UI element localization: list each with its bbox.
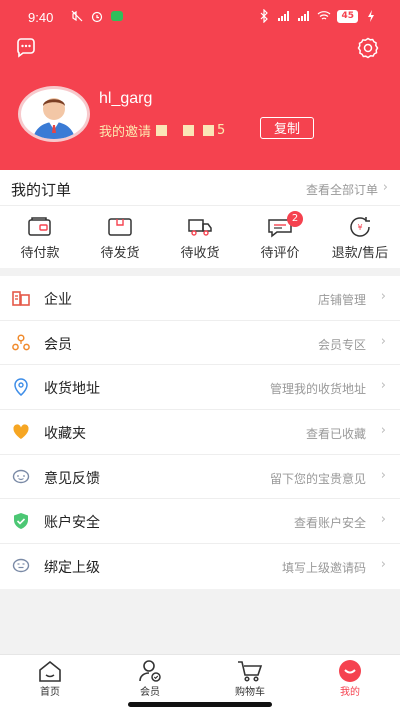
charging-icon bbox=[368, 10, 374, 22]
user-avatar-icon bbox=[33, 98, 75, 139]
menu-hint: 会员专区 bbox=[317, 337, 366, 352]
home-indicator[interactable] bbox=[128, 702, 272, 707]
review-count-badge: 2 bbox=[287, 211, 303, 227]
invite-label: 我的邀请 bbox=[99, 125, 152, 140]
menu-title: 账户安全 bbox=[44, 515, 100, 532]
bottom-tab-bar: 首页 会员 购物车 我的 bbox=[0, 654, 400, 699]
chevron-right-icon: › bbox=[380, 423, 386, 439]
chevron-right-icon: › bbox=[380, 289, 386, 304]
username: hl_garg bbox=[99, 90, 153, 107]
member-tab-icon bbox=[139, 660, 161, 682]
alarm-icon bbox=[91, 11, 103, 23]
chevron-right-icon: › bbox=[380, 512, 386, 528]
wechat-icon bbox=[111, 11, 123, 21]
menu-list: 企业 店铺管理 › 会员 会员专区 › 收货地址 管理我的收货地址 › 收藏夹 … bbox=[0, 276, 400, 589]
invite-code: 我的邀请 5 bbox=[99, 121, 225, 140]
menu-item-enterprise[interactable]: 企业 店铺管理 › bbox=[0, 276, 400, 321]
enterprise-icon bbox=[12, 291, 30, 306]
order-label: 待付款 bbox=[20, 246, 60, 261]
gear-icon[interactable] bbox=[356, 36, 380, 60]
order-label: 待评价 bbox=[260, 246, 300, 261]
battery-icon: 45 bbox=[337, 9, 358, 23]
menu-title: 收藏夹 bbox=[44, 426, 86, 443]
truck-icon bbox=[188, 219, 212, 236]
copy-button[interactable]: 复制 bbox=[260, 117, 314, 139]
tab-home[interactable]: 首页 bbox=[0, 655, 100, 699]
location-icon bbox=[14, 378, 28, 397]
message-icon[interactable] bbox=[14, 36, 38, 60]
tab-label: 首页 bbox=[40, 687, 60, 698]
signal-icon bbox=[298, 11, 310, 21]
menu-item-member[interactable]: 会员 会员专区 › bbox=[0, 321, 400, 366]
heart-icon bbox=[13, 424, 29, 440]
tab-member[interactable]: 会员 bbox=[100, 655, 200, 699]
status-left-icons bbox=[70, 9, 124, 23]
menu-item-bind-referrer[interactable]: 绑定上级 填写上级邀请码 › bbox=[0, 544, 400, 589]
avatar[interactable] bbox=[18, 86, 90, 142]
invite-code-tail: 5 bbox=[217, 123, 226, 138]
profile-header: 9:40 45 hl_garg 我的邀请 5 复制 bbox=[0, 0, 400, 170]
order-refund-aftersale[interactable]: ¥ 退款/售后 bbox=[320, 214, 400, 264]
menu-title: 绑定上级 bbox=[44, 560, 100, 577]
order-pending-payment[interactable]: 待付款 bbox=[0, 214, 80, 264]
member-icon bbox=[12, 334, 30, 351]
menu-hint: 填写上级邀请码 bbox=[281, 561, 366, 576]
package-icon bbox=[108, 218, 132, 236]
wifi-icon bbox=[318, 11, 331, 20]
orders-title: 我的订单 bbox=[11, 181, 72, 199]
tab-label: 会员 bbox=[140, 687, 160, 698]
masked-code-block bbox=[156, 125, 168, 136]
menu-hint: 查看账户安全 bbox=[293, 516, 366, 531]
chevron-right-icon: › bbox=[380, 333, 386, 349]
menu-title: 会员 bbox=[44, 336, 72, 353]
tab-label: 购物车 bbox=[235, 687, 265, 698]
menu-hint: 查看已收藏 bbox=[305, 427, 366, 442]
signal-icon bbox=[278, 11, 290, 21]
masked-code-block bbox=[203, 125, 215, 136]
system-nav-bar bbox=[0, 699, 400, 711]
order-label: 退款/售后 bbox=[331, 246, 389, 261]
chevron-right-icon: › bbox=[380, 557, 386, 573]
menu-title: 企业 bbox=[44, 292, 72, 308]
order-pending-review[interactable]: 2 待评价 bbox=[240, 211, 320, 264]
refund-icon: ¥ bbox=[350, 217, 370, 237]
menu-hint: 管理我的收货地址 bbox=[269, 382, 366, 397]
masked-code-block bbox=[183, 125, 195, 136]
mine-icon bbox=[339, 660, 361, 682]
mute-icon bbox=[71, 10, 83, 22]
tab-mine[interactable]: 我的 bbox=[300, 655, 400, 699]
order-label: 待收货 bbox=[180, 246, 220, 261]
order-pending-shipment[interactable]: 待发货 bbox=[80, 214, 160, 264]
tab-cart[interactable]: 购物车 bbox=[200, 655, 300, 699]
menu-item-address[interactable]: 收货地址 管理我的收货地址 › bbox=[0, 365, 400, 411]
bluetooth-icon bbox=[261, 9, 269, 23]
chevron-right-icon: › bbox=[382, 180, 388, 195]
status-time: 9:40 bbox=[28, 10, 54, 25]
orders-header[interactable]: 我的订单 查看全部订单 › bbox=[0, 170, 400, 206]
home-icon bbox=[39, 660, 61, 682]
menu-item-favorites[interactable]: 收藏夹 查看已收藏 › bbox=[0, 410, 400, 455]
order-label: 待发货 bbox=[100, 246, 140, 261]
status-right-icons: 45 bbox=[257, 9, 378, 23]
svg-text:¥: ¥ bbox=[357, 223, 362, 232]
menu-title: 意见反馈 bbox=[44, 470, 100, 487]
bind-icon bbox=[12, 558, 30, 573]
shield-icon bbox=[14, 513, 28, 530]
menu-item-security[interactable]: 账户安全 查看账户安全 › bbox=[0, 499, 400, 545]
menu-title: 收货地址 bbox=[44, 381, 100, 398]
status-bar: 9:40 45 bbox=[0, 0, 400, 34]
menu-hint: 店铺管理 bbox=[317, 293, 366, 307]
cart-icon bbox=[238, 661, 263, 682]
chevron-right-icon: › bbox=[380, 467, 386, 483]
order-pending-receipt[interactable]: 待收货 bbox=[160, 214, 240, 264]
wallet-icon bbox=[28, 217, 51, 236]
orders-section: 我的订单 查看全部订单 › 待付款 待发货 待收货 2 待评价 ¥ 退款/售后 bbox=[0, 170, 400, 268]
chevron-right-icon: › bbox=[380, 378, 386, 394]
menu-hint: 留下您的宝贵意见 bbox=[269, 471, 366, 486]
feedback-icon bbox=[12, 469, 30, 483]
tab-label: 我的 bbox=[340, 687, 360, 698]
menu-item-feedback[interactable]: 意见反馈 留下您的宝贵意见 › bbox=[0, 455, 400, 500]
view-all-orders-link[interactable]: 查看全部订单 bbox=[306, 181, 378, 198]
